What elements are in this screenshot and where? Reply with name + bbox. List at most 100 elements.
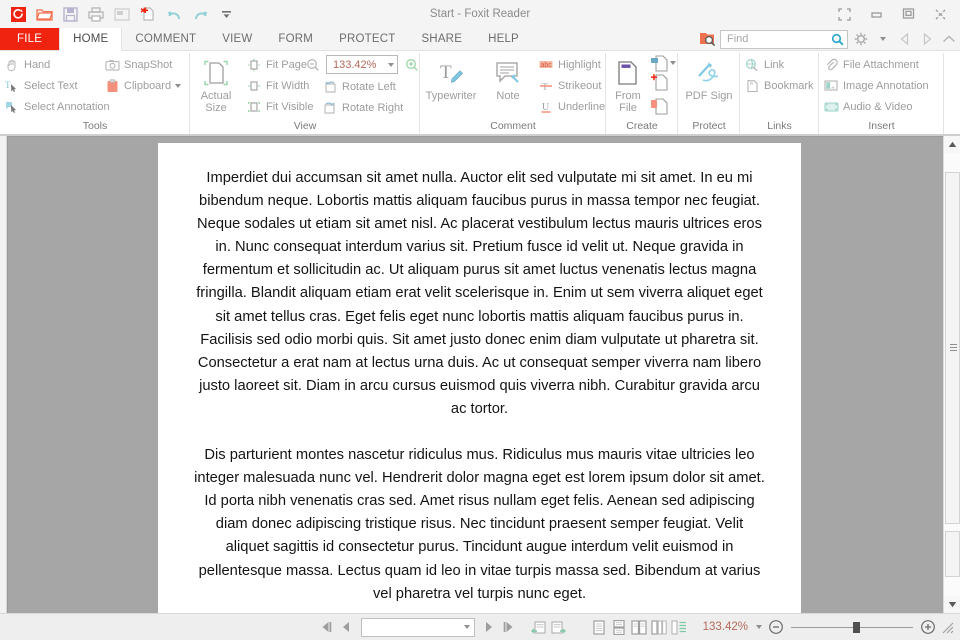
page-dropdown-caret-icon[interactable] — [463, 625, 470, 629]
restore-down-icon[interactable] — [828, 1, 860, 27]
select-text-button[interactable]: T Select Text — [0, 75, 100, 96]
gear-icon[interactable] — [851, 30, 870, 49]
tab-form[interactable]: FORM — [265, 28, 326, 50]
page-number-input[interactable] — [360, 617, 475, 637]
blank-page-button[interactable] — [650, 73, 676, 96]
continuous-scrolling-icon[interactable] — [609, 616, 629, 638]
bookmark-button[interactable]: Bookmark — [740, 75, 819, 96]
email-icon[interactable] — [110, 3, 134, 25]
status-zoom-out-icon[interactable] — [766, 616, 786, 638]
rotate-right-button[interactable]: Rotate Right — [318, 97, 413, 118]
clipboard-dropdown-caret-icon[interactable] — [175, 83, 182, 88]
collapse-ribbon-icon[interactable] — [939, 30, 958, 49]
tab-home[interactable]: HOME — [59, 28, 123, 51]
from-file-button[interactable]: From File — [606, 51, 650, 114]
scroll-up-icon[interactable] — [944, 136, 960, 153]
from-clipboard-button[interactable] — [650, 97, 676, 120]
fit-width-button[interactable]: Fit Width — [242, 75, 318, 96]
customize-toolbar-icon[interactable] — [214, 3, 238, 25]
close-icon[interactable] — [924, 1, 956, 27]
first-page-icon[interactable] — [317, 616, 337, 638]
single-page-view-icon[interactable] — [589, 616, 609, 638]
create-pdf-icon[interactable] — [136, 3, 160, 25]
previous-view-icon[interactable] — [529, 616, 549, 638]
previous-page-icon[interactable] — [337, 616, 357, 638]
rotate-left-button[interactable]: Rotate Left — [318, 76, 413, 97]
image-annotation-button[interactable]: Image Annotation — [819, 75, 944, 96]
foxit-logo-icon[interactable] — [6, 3, 30, 25]
tab-help[interactable]: HELP — [475, 28, 532, 50]
file-attachment-button[interactable]: File Attachment — [819, 54, 944, 75]
zoom-in-icon[interactable] — [402, 55, 421, 74]
svg-text:T: T — [542, 81, 549, 93]
minimize-icon[interactable] — [860, 1, 892, 27]
maximize-icon[interactable] — [892, 1, 924, 27]
link-button[interactable]: Link — [740, 54, 819, 75]
document-viewport[interactable]: Imperdiet dui accumsan sit amet nulla. A… — [7, 136, 943, 613]
print-icon[interactable] — [84, 3, 108, 25]
typewriter-button[interactable]: T Typewriter — [420, 51, 482, 102]
underline-button[interactable]: U Underline — [534, 96, 606, 117]
search-input[interactable]: Find — [720, 29, 848, 49]
pdf-sign-button[interactable]: PDF Sign — [678, 51, 740, 102]
navigation-panel[interactable] — [0, 136, 7, 613]
next-icon[interactable] — [917, 30, 936, 49]
tab-share[interactable]: SHARE — [408, 28, 475, 50]
from-scanner-button[interactable] — [650, 54, 676, 72]
image-annotation-icon — [823, 78, 839, 94]
hand-icon — [4, 57, 20, 73]
zoom-slider[interactable] — [791, 619, 913, 635]
redo-icon[interactable] — [188, 3, 212, 25]
audio-video-button[interactable]: Audio & Video — [819, 96, 944, 117]
svg-text:abc: abc — [540, 62, 552, 69]
scrollbar-thumb[interactable] — [945, 172, 960, 524]
last-page-icon[interactable] — [499, 616, 519, 638]
resize-grip-icon[interactable] — [938, 616, 956, 638]
status-bar: 133.42% — [0, 613, 960, 640]
snapshot-icon — [104, 57, 120, 73]
status-zoom-dropdown-caret-icon[interactable] — [752, 616, 766, 638]
rotate-right-icon — [322, 100, 338, 116]
rotate-left-icon — [322, 79, 338, 95]
facing-pages-icon[interactable] — [629, 616, 649, 638]
status-zoom-in-icon[interactable] — [918, 616, 938, 638]
image-annotation-label: Image Annotation — [843, 79, 929, 92]
save-icon[interactable] — [58, 3, 82, 25]
fit-visible-button[interactable]: Fit Visible — [242, 96, 318, 117]
find-pdf-icon[interactable] — [698, 30, 717, 49]
vertical-scrollbar[interactable] — [943, 136, 960, 613]
select-annotation-button[interactable]: Select Annotation — [0, 96, 110, 117]
separate-cover-page-icon[interactable] — [649, 616, 669, 638]
strikeout-button[interactable]: T Strikeout — [534, 75, 606, 96]
snapshot-button[interactable]: SnapShot — [100, 54, 188, 75]
scroll-down-icon[interactable] — [944, 596, 960, 613]
split-view-icon[interactable] — [669, 616, 689, 638]
strikeout-label: Strikeout — [558, 79, 602, 92]
next-page-icon[interactable] — [479, 616, 499, 638]
zoom-level-combobox[interactable]: 133.42% — [326, 55, 398, 74]
from-scanner-dropdown-caret-icon[interactable] — [670, 61, 676, 65]
tab-file[interactable]: FILE — [0, 28, 60, 50]
zoom-dropdown-caret-icon[interactable] — [388, 62, 394, 67]
actual-size-button[interactable]: Actual Size — [190, 51, 242, 114]
tab-protect[interactable]: PROTECT — [326, 28, 408, 50]
scrollbar-track[interactable] — [944, 153, 960, 596]
zoom-out-icon[interactable] — [303, 55, 322, 74]
previous-icon[interactable] — [895, 30, 914, 49]
scrollbar-thumb-secondary[interactable] — [945, 531, 960, 577]
clipboard-icon — [104, 78, 120, 94]
note-button[interactable]: Note — [482, 51, 534, 102]
highlight-button[interactable]: abc Highlight — [534, 54, 606, 75]
next-view-icon[interactable] — [549, 616, 569, 638]
typewriter-label: Typewriter — [425, 90, 477, 102]
tab-view[interactable]: VIEW — [209, 28, 265, 50]
hand-tool-button[interactable]: Hand — [0, 54, 100, 75]
clipboard-button[interactable]: Clipboard — [100, 75, 188, 96]
tab-comment[interactable]: COMMENT — [122, 28, 209, 50]
quick-access-toolbar — [0, 3, 238, 25]
search-options-caret-icon[interactable] — [873, 30, 892, 49]
link-icon — [744, 57, 760, 73]
undo-icon[interactable] — [162, 3, 186, 25]
open-icon[interactable] — [32, 3, 56, 25]
zoom-slider-knob[interactable] — [853, 622, 860, 633]
